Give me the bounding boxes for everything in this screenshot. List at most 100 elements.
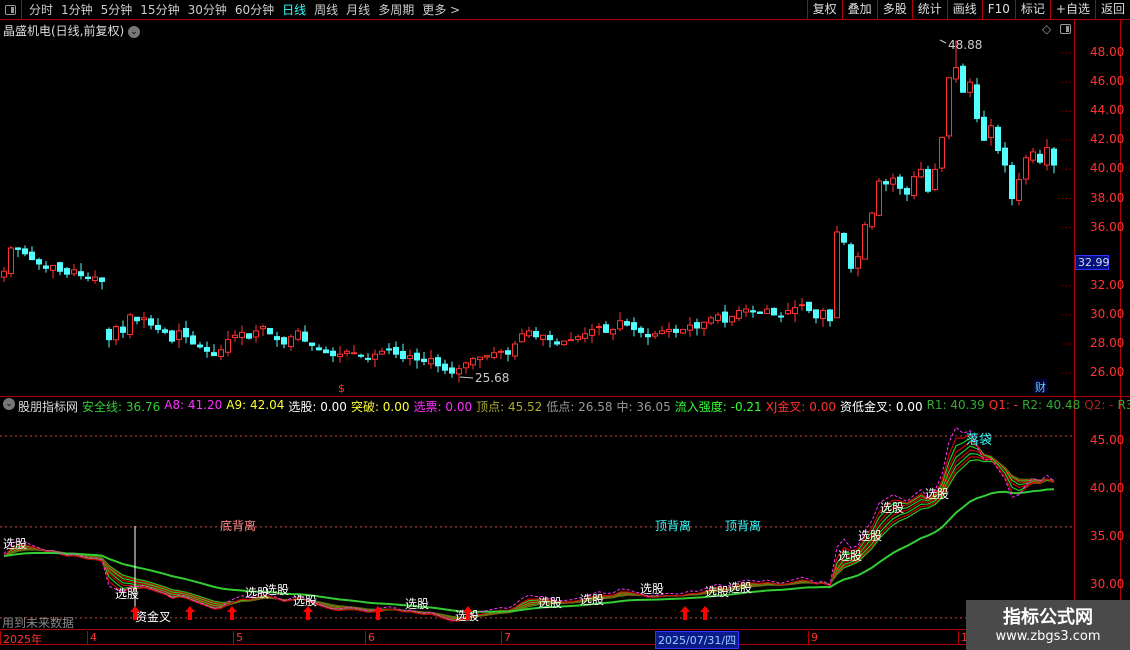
- candle-body: [897, 176, 903, 189]
- candle-body: [792, 307, 798, 314]
- candle-body: [715, 314, 721, 321]
- indicator-value: Q1: -: [988, 398, 1019, 412]
- candle-body: [1002, 147, 1008, 166]
- candle-body: [85, 276, 91, 280]
- candle-body: [302, 331, 308, 342]
- candle-body: [827, 309, 833, 322]
- date-label: 9: [808, 631, 818, 645]
- candle-body: [806, 301, 812, 312]
- candle-body: [778, 315, 784, 318]
- candle-body: [400, 350, 406, 360]
- candle-body: [64, 268, 70, 275]
- date-label: 6: [365, 631, 375, 645]
- candle-body: [603, 324, 609, 333]
- indicator-value: 安全线: 36.76: [82, 400, 161, 414]
- pick-label: 选股: [728, 581, 752, 595]
- indicator-tick: 45.00: [1090, 433, 1125, 447]
- candle-body: [162, 329, 168, 333]
- candle-body: [904, 188, 910, 195]
- indicator-name[interactable]: 股朋指标网: [18, 398, 78, 414]
- indicator-value: 流入强度: -0.21: [674, 400, 762, 414]
- candle-body: [456, 368, 462, 375]
- candle-body: [463, 362, 469, 369]
- indicator-value: 资低金叉: 0.00: [840, 400, 923, 414]
- candle-body: [498, 350, 504, 353]
- candle-body: [295, 330, 301, 340]
- price-tick: 44.00: [1090, 103, 1125, 118]
- candle-body: [57, 262, 63, 272]
- candle-body: [939, 136, 945, 169]
- candle-body: [799, 304, 805, 307]
- candle-body: [379, 350, 385, 355]
- indicator-value: 突破: 0.00: [350, 400, 410, 414]
- candle-body: [764, 308, 770, 315]
- candle-body: [813, 309, 819, 319]
- candle-body: [680, 328, 686, 334]
- candle-body: [169, 330, 175, 342]
- candle-body: [855, 256, 861, 269]
- pick-label: 选股: [580, 593, 604, 607]
- candle-body: [883, 181, 889, 185]
- pick-label: 选股: [705, 585, 729, 599]
- candle-body: [71, 269, 77, 275]
- date-label: 5: [233, 631, 243, 645]
- toolbar-button-8[interactable]: 返回: [1094, 0, 1130, 20]
- fund-cross-label: 资金叉: [135, 609, 171, 624]
- price-tick: 40.00: [1090, 161, 1125, 176]
- candle-body: [575, 336, 581, 340]
- candle-body: [589, 328, 595, 336]
- candle-body: [428, 358, 434, 365]
- indicator-value: 选股: 0.00: [288, 400, 347, 414]
- candle-body: [876, 180, 882, 216]
- candle-body: [8, 247, 14, 274]
- indicator-value: Q2: -: [1084, 398, 1114, 412]
- candle-body: [127, 314, 133, 335]
- pick-label: 选股: [538, 596, 562, 610]
- candle-body: [449, 367, 455, 374]
- candle-body: [344, 350, 350, 354]
- candle-body: [120, 326, 126, 333]
- candle-body: [43, 265, 49, 269]
- candle-body: [596, 326, 602, 329]
- axis-divider: [1074, 20, 1075, 625]
- candle-body: [540, 334, 546, 340]
- candle-body: [484, 355, 490, 358]
- candle-body: [50, 264, 56, 271]
- candle-body: [1037, 153, 1043, 163]
- watermark: 指标公式网 www.zbgs3.com: [966, 600, 1130, 650]
- candle-body: [659, 330, 665, 334]
- candle-body: [645, 334, 651, 338]
- candle-body: [687, 324, 693, 331]
- candle-body: [1009, 165, 1015, 199]
- candle-body: [316, 347, 322, 351]
- price-tick: 26.00: [1090, 365, 1125, 380]
- price-tick: 32.00: [1090, 277, 1125, 292]
- low-price-label: 25.68: [475, 371, 509, 385]
- candle-body: [946, 77, 952, 137]
- pick-label: 选股: [3, 537, 27, 551]
- candle-body: [281, 337, 287, 345]
- candle-body: [932, 168, 938, 191]
- candle-body: [519, 333, 525, 343]
- dividend-icon: $: [338, 382, 345, 395]
- price-tick: 30.00: [1090, 306, 1125, 321]
- pick-label: 选股: [880, 501, 904, 515]
- candle-body: [365, 357, 371, 360]
- low-pointer: [459, 376, 474, 379]
- panel-separator: [0, 396, 1130, 397]
- candle-body: [260, 326, 266, 330]
- indicator-value: XJ金叉: 0.00: [765, 400, 837, 414]
- price-chart[interactable]: 48.8825.68$ 财选股选股 选股选股选股 选股 选股 选股选股 选股选股选股选股选股…: [0, 0, 1074, 650]
- pick-label: 选股: [115, 587, 139, 601]
- candle-body: [925, 168, 931, 192]
- candle-body: [995, 126, 1001, 151]
- candle-body: [113, 326, 119, 341]
- candle-body: [183, 327, 189, 338]
- bottom-divergence-label: 底背离: [220, 518, 256, 533]
- chevron-down-icon[interactable]: ⌄: [3, 398, 15, 410]
- candle-body: [561, 340, 567, 346]
- indicator-value: R1: 40.39: [926, 398, 985, 412]
- high-price-label: 48.88: [948, 38, 982, 52]
- pick-label: 选股: [405, 597, 429, 611]
- candle-body: [750, 310, 756, 313]
